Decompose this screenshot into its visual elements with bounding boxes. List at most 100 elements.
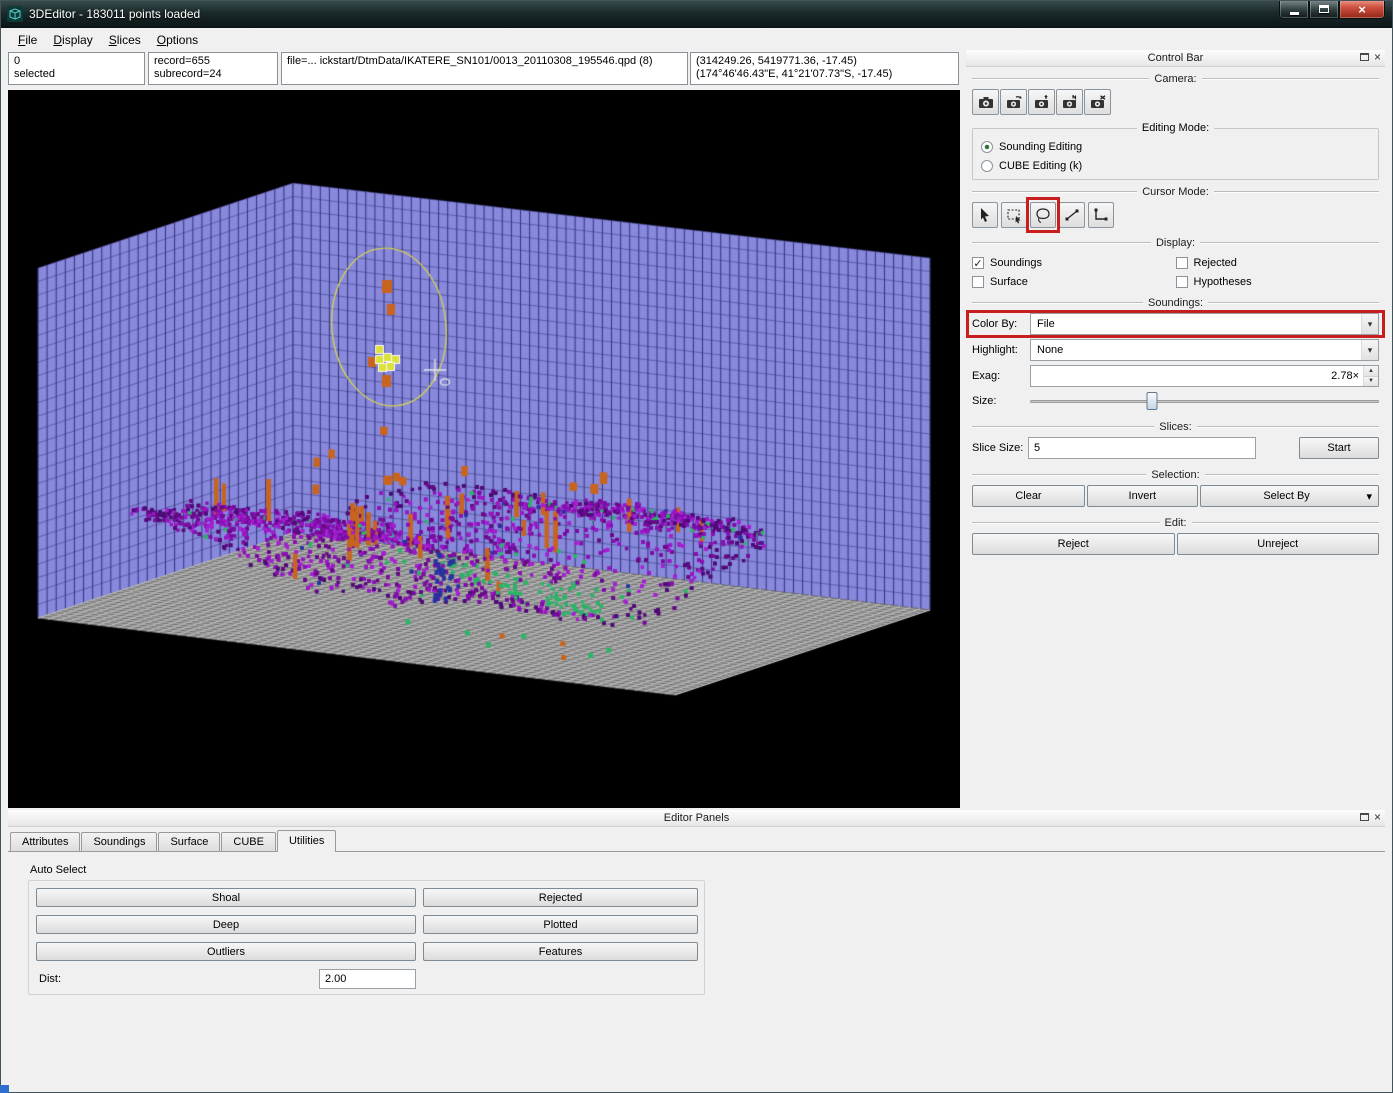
outliers-button[interactable]: Outliers	[36, 942, 416, 961]
size-slider[interactable]	[1030, 391, 1379, 411]
invert-button[interactable]: Invert	[1086, 485, 1198, 507]
slider-track[interactable]	[1030, 400, 1379, 403]
features-button[interactable]: Features	[423, 942, 698, 961]
unreject-button[interactable]: Unreject	[1176, 533, 1379, 555]
file-path: file=... ickstart/DtmData/IKATERE_SN101/…	[287, 55, 653, 67]
window-title: 3DEditor - 183011 points loaded	[29, 7, 201, 21]
editing-mode-label: Editing Mode:	[973, 122, 1378, 134]
coords-utm: (314249.26, 5419771.36, -17.45)	[696, 55, 857, 67]
viewport-canvas[interactable]	[8, 90, 960, 808]
checkbox-icon: ✓	[972, 257, 984, 270]
color-by-row: Color By: File ▾	[966, 310, 1385, 338]
minimize-button[interactable]	[1279, 0, 1309, 19]
tab-utilities[interactable]: Utilities	[276, 830, 337, 852]
checkbox-icon: ✓	[1175, 276, 1188, 288]
color-by-label: Color By:	[972, 318, 1018, 330]
close-panel-icon[interactable]: ×	[1374, 811, 1381, 823]
record-value: record=655	[154, 55, 210, 67]
exag-row: Exag: 2.78× ▲ ▼	[972, 365, 1379, 387]
shoal-button[interactable]: Shoal	[36, 888, 416, 907]
cursor-profile-button[interactable]	[1088, 202, 1114, 228]
rejected-button[interactable]: Rejected	[423, 888, 698, 907]
menu-slices[interactable]: Slices	[101, 30, 149, 50]
select-by-button[interactable]: Select By ▾	[1199, 485, 1379, 507]
edit-buttons: Reject Unreject	[972, 533, 1379, 555]
app-icon	[7, 6, 23, 22]
radio-label: Sounding Editing	[999, 140, 1083, 153]
soundings-section-label: Soundings:	[972, 297, 1379, 309]
close-panel-icon[interactable]: ×	[1374, 51, 1381, 63]
highlight-combobox[interactable]: None ▾	[1030, 339, 1379, 361]
camera-plan-view-icon	[1034, 95, 1048, 108]
checkbox-label: Hypotheses	[1193, 276, 1252, 288]
utilities-tab-content: Auto Select Shoal Deep Outliers Rejected…	[8, 852, 1385, 1085]
menu-options[interactable]: Options	[149, 30, 206, 50]
reject-button[interactable]: Reject	[972, 533, 1175, 555]
cursor-pointer-button[interactable]	[972, 202, 998, 228]
selected-label: selected	[14, 68, 55, 80]
tab-attributes[interactable]: Attributes	[10, 832, 81, 851]
status-record-box: record=655 subrecord=24	[148, 52, 278, 85]
auto-select-label: Auto Select	[30, 864, 87, 876]
status-coords-box: (314249.26, 5419771.36, -17.45) (174°46'…	[690, 52, 959, 85]
float-panel-icon[interactable]	[1359, 53, 1369, 61]
camera-reset-button[interactable]	[1084, 89, 1111, 115]
checkbox-soundings[interactable]: ✓ Soundings	[972, 257, 1176, 270]
selected-count: 0	[14, 55, 21, 67]
checkbox-icon: ✓	[1175, 257, 1188, 269]
slider-handle[interactable]	[1146, 392, 1158, 410]
plotted-button[interactable]: Plotted	[423, 915, 698, 934]
camera-toolbar	[972, 89, 1379, 115]
slice-size-label: Slice Size:	[972, 442, 1024, 454]
checkbox-hypotheses[interactable]: ✓ Hypotheses	[1175, 276, 1380, 288]
dist-label: Dist:	[39, 973, 61, 985]
close-button[interactable]: ×	[1339, 0, 1385, 19]
size-row: Size:	[972, 391, 1379, 411]
highlight-row: Highlight: None ▾	[972, 339, 1379, 361]
checkbox-label: Soundings	[990, 257, 1042, 269]
control-bar-panel: Control Bar × Camera: Editing Mode: Soun…	[966, 50, 1385, 808]
camera-plan-view-button[interactable]	[1028, 89, 1055, 115]
editor-panels-header: Editor Panels ×	[8, 810, 1385, 827]
selection-buttons: Clear Invert Select By ▾	[972, 485, 1379, 507]
cursor-mode-section-label: Cursor Mode:	[972, 186, 1379, 198]
status-selected-box: 0 selected	[8, 52, 145, 85]
size-label: Size:	[972, 395, 997, 407]
close-icon: ×	[1358, 1, 1366, 17]
cursor-rectangle-select-button[interactable]	[1001, 202, 1027, 228]
menu-display[interactable]: Display	[45, 30, 100, 50]
tab-soundings[interactable]: Soundings	[81, 832, 158, 851]
camera-rotate-button[interactable]	[1000, 89, 1027, 115]
spin-down-icon[interactable]: ▼	[1364, 376, 1378, 386]
radio-sounding-editing[interactable]: Sounding Editing	[981, 137, 1370, 156]
maximize-button[interactable]	[1309, 0, 1339, 19]
spin-up-icon[interactable]: ▲	[1364, 366, 1378, 377]
exag-spinbox[interactable]: 2.78× ▲ ▼	[1030, 365, 1379, 387]
radio-label: CUBE Editing (k)	[999, 159, 1083, 172]
chevron-down-icon: ▾	[1366, 490, 1372, 503]
camera-home-button[interactable]	[972, 89, 999, 115]
camera-rotate-icon	[1006, 96, 1021, 108]
radio-cube-editing[interactable]: CUBE Editing (k)	[981, 156, 1370, 175]
float-panel-icon[interactable]	[1359, 813, 1369, 821]
tab-surface[interactable]: Surface	[158, 832, 221, 851]
slice-size-input[interactable]	[1028, 437, 1256, 459]
viewport-3d	[8, 90, 960, 808]
dist-input[interactable]	[319, 969, 416, 989]
deep-button[interactable]: Deep	[36, 915, 416, 934]
title-bar[interactable]: 3DEditor - 183011 points loaded ×	[0, 0, 1393, 28]
start-button[interactable]: Start	[1299, 437, 1379, 459]
checkbox-rejected[interactable]: ✓ Rejected	[1175, 257, 1380, 269]
clear-button[interactable]: Clear	[972, 485, 1085, 507]
editor-panels: Editor Panels × Attributes Soundings Sur…	[8, 810, 1385, 1085]
cursor-lasso-select-button[interactable]	[1030, 202, 1056, 228]
color-by-combobox[interactable]: File ▾	[1030, 313, 1379, 335]
tab-cube[interactable]: CUBE	[221, 832, 276, 851]
cursor-slice-line-button[interactable]	[1059, 202, 1085, 228]
camera-north-up-icon	[1062, 95, 1076, 108]
checkbox-surface[interactable]: ✓ Surface	[972, 276, 1176, 288]
menu-file[interactable]: File	[10, 30, 45, 50]
control-bar-header: Control Bar ×	[966, 50, 1385, 67]
camera-north-up-button[interactable]	[1056, 89, 1083, 115]
highlight-value: None	[1037, 344, 1064, 356]
